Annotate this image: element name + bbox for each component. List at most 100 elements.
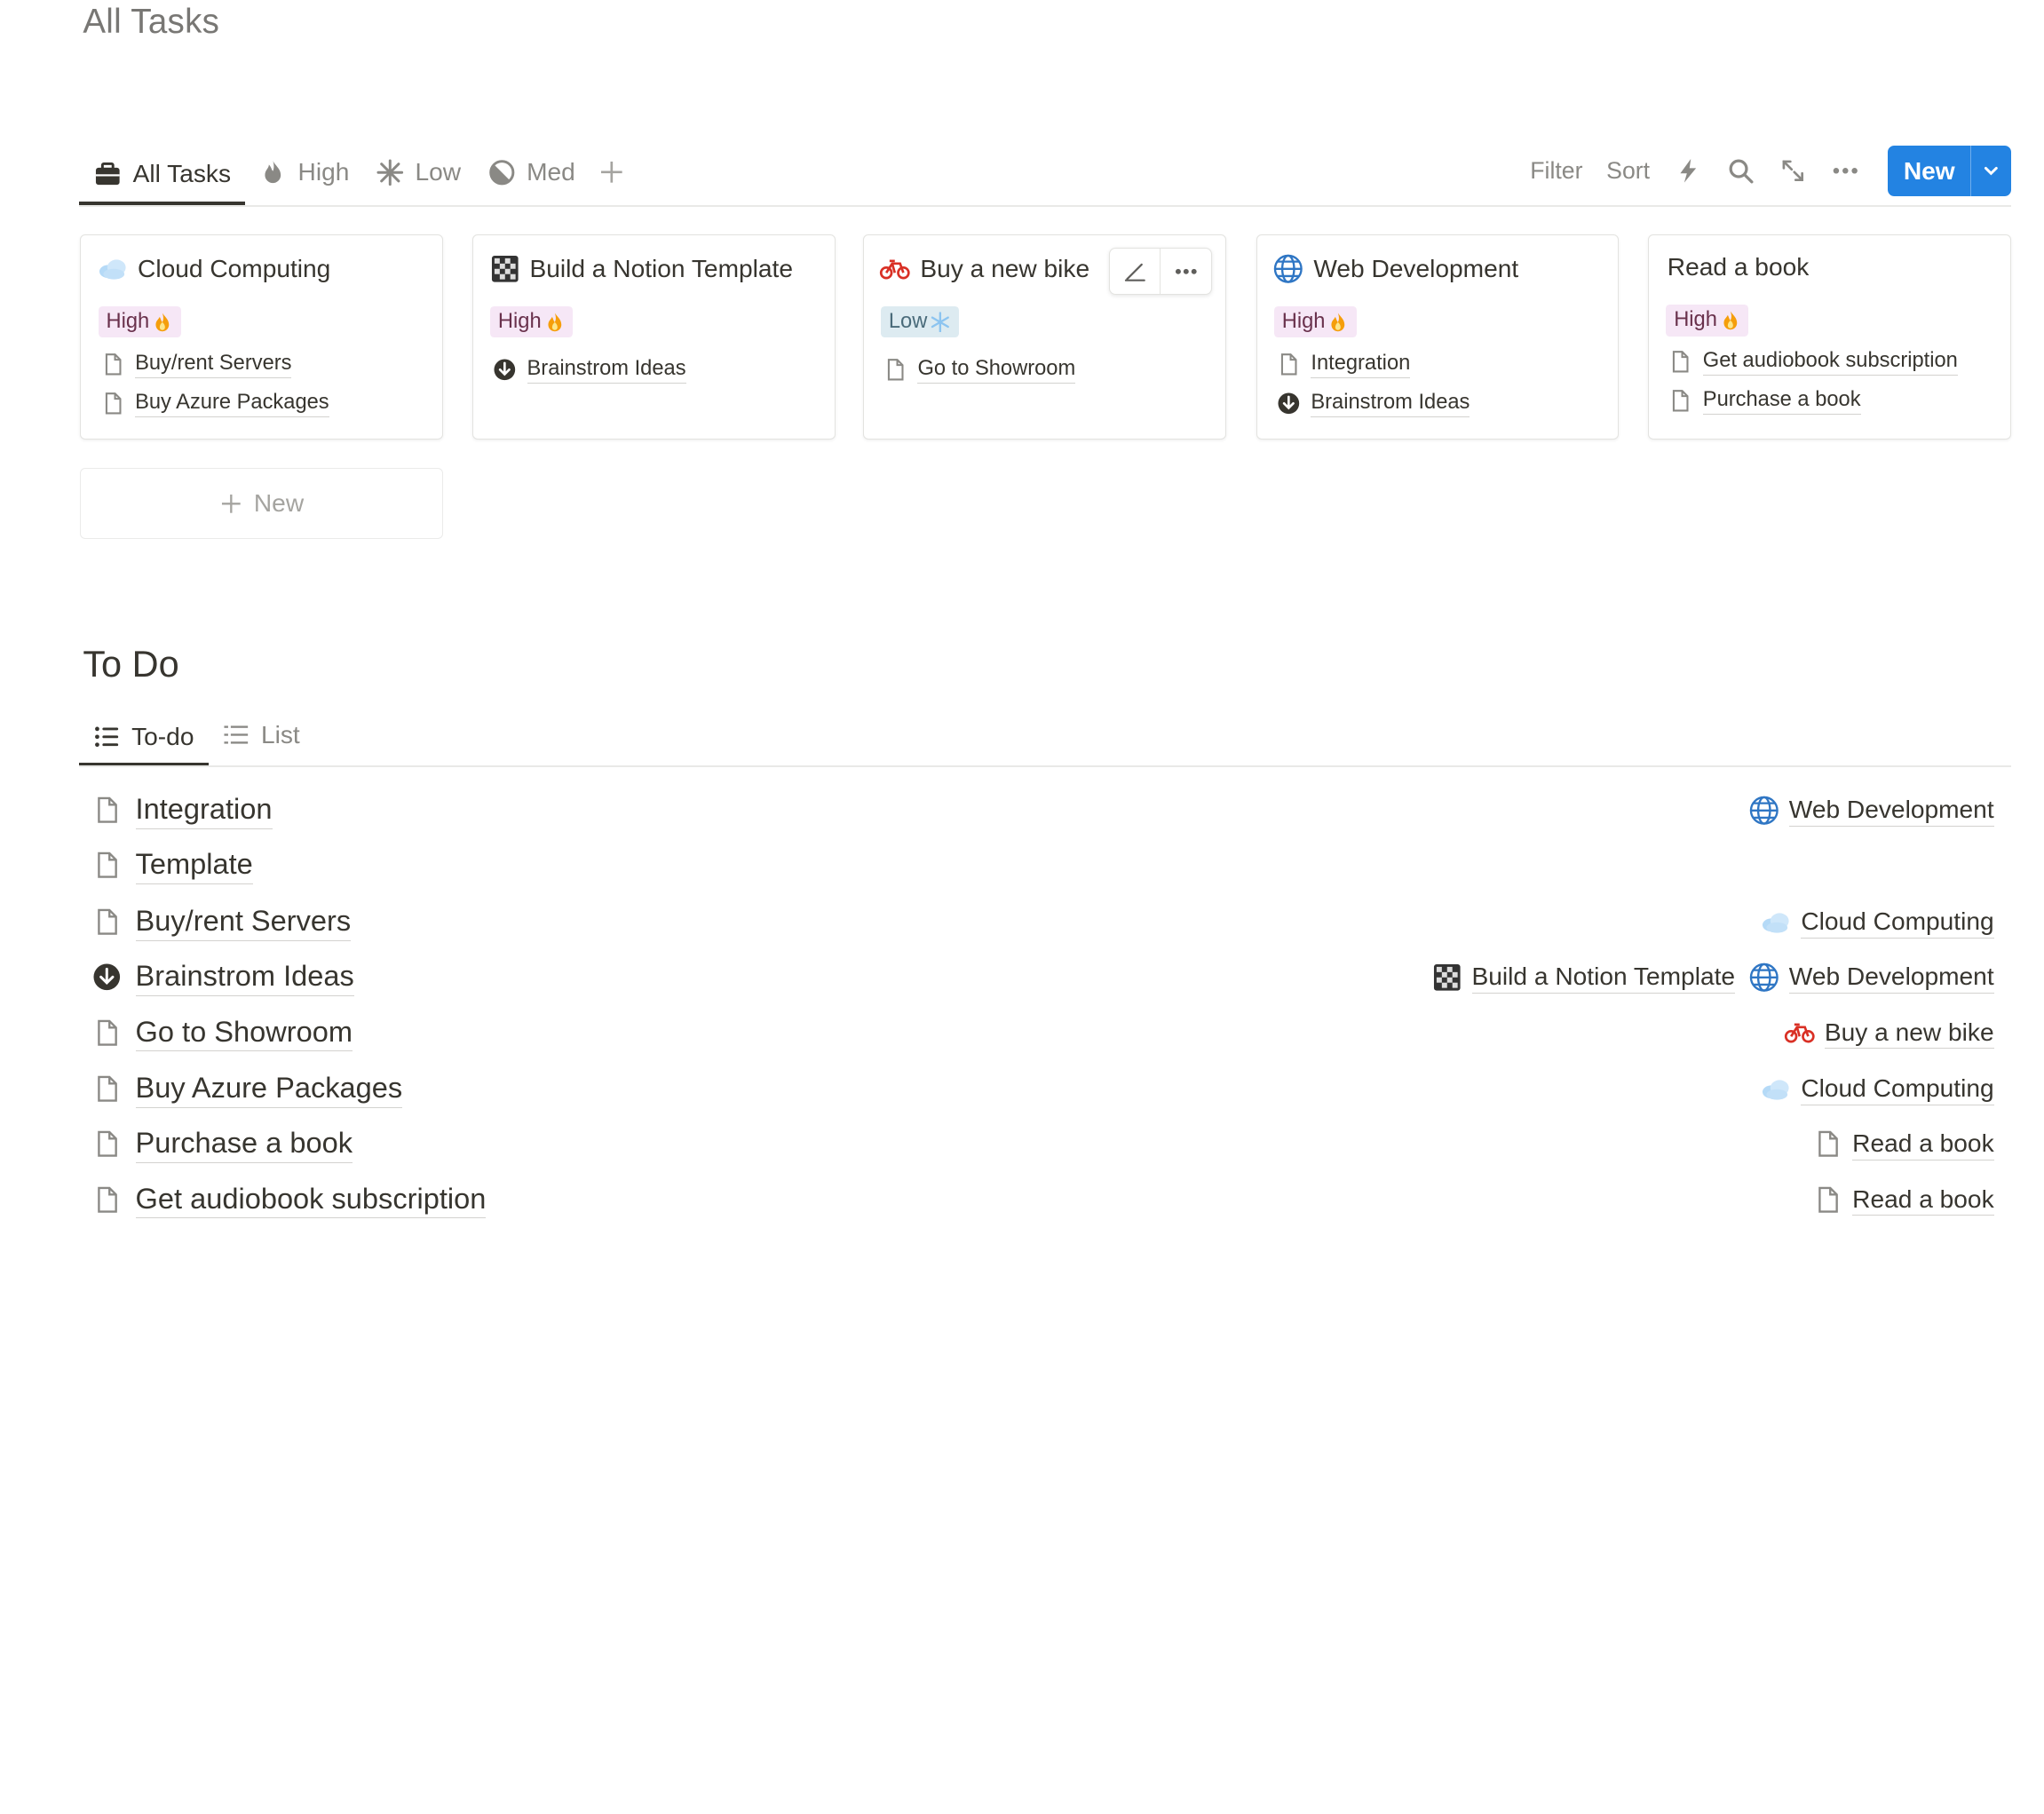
tabs-divider: [78, 205, 2011, 207]
card-subitem[interactable]: Brainstrom Ideas: [493, 356, 686, 384]
card-subitem[interactable]: Go to Showroom: [883, 356, 1076, 384]
fire-emoji-icon: [544, 312, 566, 333]
page-icon: [1811, 1184, 1843, 1216]
pencil-icon: [1123, 259, 1147, 283]
card-subitem[interactable]: Buy/rent Servers: [101, 351, 292, 378]
card-subitem[interactable]: Integration: [1277, 351, 1411, 378]
card-subitem[interactable]: Get audiobook subscription: [1668, 348, 1958, 376]
page-icon: [92, 1129, 122, 1159]
bicycle-icon: [879, 253, 911, 285]
priority-tag: Low: [880, 305, 959, 338]
list-item[interactable]: Buy Azure Packages: [79, 1070, 403, 1108]
subitem-label: Brainstrom Ideas: [1311, 390, 1470, 418]
list-item-label: Get audiobook subscription: [135, 1181, 487, 1219]
tab-label: To-do: [131, 722, 194, 750]
card-title-text: Web Development: [1313, 255, 1519, 283]
board-card-build-notion-template[interactable]: Build a Notion Template High Brainstrom …: [471, 234, 836, 440]
list-row: Buy/rent Servers Cloud Computing: [79, 896, 2011, 948]
list-item[interactable]: Brainstrom Ideas: [79, 958, 354, 996]
list-item[interactable]: Buy/rent Servers: [79, 903, 352, 941]
card-subitem[interactable]: Buy Azure Packages: [101, 390, 329, 418]
board-card-web-development[interactable]: Web Development High Integration Brainst…: [1256, 234, 1620, 440]
card-title-text: Build a Notion Template: [529, 255, 793, 283]
relation-link[interactable]: Cloud Computing: [1760, 906, 1994, 939]
page-icon: [1668, 350, 1692, 374]
page-icon: [101, 353, 125, 376]
add-view-button[interactable]: [589, 147, 636, 197]
list-row: Template: [79, 839, 2011, 891]
ellipsis-icon: [1173, 258, 1200, 285]
tab-all-tasks[interactable]: All Tasks: [78, 147, 246, 205]
tab-label: High: [297, 158, 350, 186]
list-item[interactable]: Integration: [79, 791, 273, 829]
relation-label: Web Development: [1788, 794, 1994, 827]
expand-button[interactable]: [1767, 146, 1819, 195]
list-item[interactable]: Purchase a book: [79, 1125, 353, 1163]
relation-link[interactable]: Read a book: [1811, 1128, 1994, 1160]
expand-arrows-icon: [1779, 156, 1808, 186]
relation-link[interactable]: Build a Notion Template: [1431, 961, 1736, 994]
relation-label: Cloud Computing: [1801, 906, 1994, 939]
card-title: Read a book: [1668, 253, 1810, 281]
card-title: Build a Notion Template: [489, 253, 793, 285]
card-title-text: Cloud Computing: [138, 255, 331, 283]
card-subitem[interactable]: Brainstrom Ideas: [1277, 390, 1470, 418]
list-item[interactable]: Get audiobook subscription: [79, 1181, 487, 1219]
relation-link[interactable]: Web Development: [1748, 961, 1994, 994]
tab-to-do[interactable]: To-do: [78, 710, 209, 767]
automation-button[interactable]: [1661, 146, 1714, 195]
tab-list[interactable]: List: [209, 710, 314, 760]
tab-high[interactable]: High: [245, 147, 362, 197]
relation-link[interactable]: Web Development: [1748, 794, 1994, 827]
relation-label: Build a Notion Template: [1471, 961, 1736, 994]
tab-low[interactable]: Low: [362, 147, 474, 197]
edit-card-button[interactable]: [1110, 249, 1160, 293]
board-card-buy-new-bike[interactable]: Buy a new bike Low Go to Showroom: [862, 234, 1226, 440]
priority-tag: High: [1273, 305, 1357, 338]
more-options-button[interactable]: [1819, 146, 1872, 195]
fire-emoji-icon: [152, 312, 173, 333]
globe-icon: [1748, 795, 1780, 827]
search-button[interactable]: [1715, 146, 1767, 195]
fire-emoji-icon: [1327, 312, 1349, 333]
list-item[interactable]: Go to Showroom: [79, 1014, 353, 1052]
board-card-read-a-book[interactable]: Read a book High Get audiobook subscript…: [1648, 234, 2011, 440]
card-more-button[interactable]: [1160, 249, 1210, 294]
briefcase-icon: [93, 160, 123, 189]
page-icon: [101, 392, 125, 416]
relation-link[interactable]: Buy a new bike: [1784, 1017, 1994, 1050]
page-icon: [92, 1074, 122, 1104]
relation-label: Buy a new bike: [1824, 1017, 1994, 1050]
list-item-label: Integration: [135, 791, 273, 829]
new-card-button[interactable]: New: [80, 468, 444, 540]
subitem-label: Get audiobook subscription: [1702, 348, 1958, 376]
relation-link[interactable]: Cloud Computing: [1760, 1073, 1994, 1105]
page-icon: [92, 907, 122, 937]
flame-icon: [258, 158, 288, 187]
list-item[interactable]: Template: [79, 846, 253, 884]
bulleted-list-icon: [93, 724, 120, 750]
relation-link[interactable]: Read a book: [1811, 1184, 1994, 1216]
new-button[interactable]: New: [1888, 146, 2011, 196]
globe-icon: [1272, 253, 1304, 285]
priority-tag-label: High: [106, 309, 150, 333]
board-card-cloud-computing[interactable]: Cloud Computing High Buy/rent Servers Bu…: [80, 234, 444, 440]
sort-button[interactable]: Sort: [1595, 146, 1662, 195]
board-view-tabs: All Tasks High Low Med: [78, 147, 636, 205]
page-icon: [1811, 1129, 1843, 1160]
relations: Cloud Computing: [1760, 1073, 2010, 1105]
snowflake-emoji-icon: [930, 311, 951, 333]
cloud-icon: [97, 253, 129, 285]
cloud-icon: [1760, 907, 1792, 939]
new-dropdown-button[interactable]: [1970, 146, 2010, 196]
tab-med[interactable]: Med: [474, 147, 589, 197]
page-icon: [92, 1185, 122, 1215]
arrow-down-circle-icon: [1277, 392, 1301, 416]
list-item-label: Purchase a book: [135, 1125, 353, 1163]
filter-button[interactable]: Filter: [1518, 146, 1595, 195]
card-subitem[interactable]: Purchase a book: [1668, 387, 1861, 416]
list-row: Integration Web Development: [79, 784, 2011, 836]
subitem-label: Brainstrom Ideas: [527, 356, 686, 384]
arrow-down-circle-icon: [493, 358, 517, 382]
tab-label: Low: [415, 158, 462, 186]
